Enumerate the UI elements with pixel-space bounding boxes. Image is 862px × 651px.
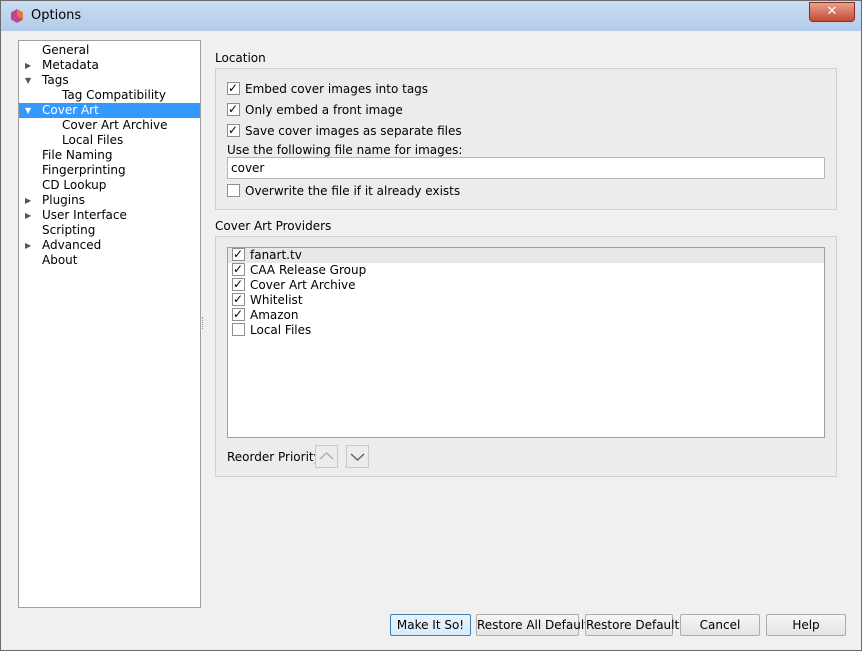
tree-item-cd-lookup[interactable]: CD Lookup bbox=[19, 178, 200, 193]
collapsed-arrow-icon[interactable]: ▶ bbox=[25, 58, 35, 73]
provider-label: CAA Release Group bbox=[250, 263, 367, 277]
tree-item-fingerprinting[interactable]: Fingerprinting bbox=[19, 163, 200, 178]
expanded-arrow-icon[interactable]: ▼ bbox=[25, 103, 35, 118]
dialog-body: General ▶ Metadata ▼ Tags Tag Compatibility ▼ C… bbox=[8, 31, 854, 645]
tree-item-label: Cover Art Archive bbox=[62, 118, 168, 132]
title-bar[interactable]: Options ✕ bbox=[1, 1, 861, 31]
overwrite-checkbox[interactable]: Overwrite the file if it already exists bbox=[227, 183, 460, 199]
provider-item[interactable]: ✓ Whitelist bbox=[228, 292, 824, 308]
provider-checkbox[interactable]: ✓ bbox=[232, 292, 245, 306]
collapsed-arrow-icon[interactable]: ▶ bbox=[25, 238, 35, 253]
checkmark-icon: ✓ bbox=[233, 277, 244, 291]
tree-item-label: Tags bbox=[42, 73, 69, 87]
options-tree[interactable]: General ▶ Metadata ▼ Tags Tag Compatibility ▼ C… bbox=[18, 40, 201, 608]
checkmark-icon: ✓ bbox=[233, 247, 244, 261]
collapsed-arrow-icon[interactable]: ▶ bbox=[25, 208, 35, 223]
collapsed-arrow-icon[interactable]: ▶ bbox=[25, 193, 35, 208]
front-image-checkbox[interactable]: ✓ Only embed a front image bbox=[227, 102, 403, 118]
filename-input[interactable] bbox=[227, 157, 825, 179]
checkbox-box[interactable] bbox=[227, 184, 240, 197]
tree-item-label: Local Files bbox=[62, 133, 124, 147]
close-button[interactable]: ✕ bbox=[809, 2, 855, 22]
make-it-so-button[interactable]: Make It So! bbox=[390, 614, 471, 636]
checkbox-box[interactable]: ✓ bbox=[227, 81, 240, 95]
provider-item[interactable]: Local Files bbox=[228, 323, 824, 338]
tree-item-label: Cover Art bbox=[42, 103, 99, 117]
tree-item-plugins[interactable]: ▶ Plugins bbox=[19, 193, 200, 208]
restore-defaults-button[interactable]: Restore Defaults bbox=[585, 614, 685, 636]
options-window: Options ✕ General ▶ Metadata ▼ Tags Tag Compa… bbox=[0, 0, 862, 651]
tree-item-advanced[interactable]: ▶ Advanced bbox=[19, 238, 200, 253]
move-up-button[interactable] bbox=[315, 445, 338, 468]
save-separate-label: Save cover images as separate files bbox=[245, 124, 462, 138]
picard-logo-icon bbox=[11, 9, 23, 23]
location-group: ✓ Embed cover images into tags ✓ Only embe… bbox=[215, 68, 837, 210]
provider-label: fanart.tv bbox=[250, 248, 302, 262]
tree-item-user-interface[interactable]: ▶ User Interface bbox=[19, 208, 200, 223]
checkmark-icon: ✓ bbox=[233, 307, 244, 321]
providers-heading: Cover Art Providers bbox=[215, 219, 332, 233]
save-separate-checkbox[interactable]: ✓ Save cover images as separate files bbox=[227, 123, 462, 139]
restore-all-defaults-button[interactable]: Restore All Defaults bbox=[476, 614, 595, 636]
checkbox-box[interactable]: ✓ bbox=[227, 123, 240, 137]
tree-item-label: Scripting bbox=[42, 223, 96, 237]
providers-list[interactable]: ✓ fanart.tv ✓ CAA Release Group ✓ Cover Art A… bbox=[227, 247, 825, 438]
tree-item-file-naming[interactable]: File Naming bbox=[19, 148, 200, 163]
location-heading: Location bbox=[215, 51, 266, 65]
tree-item-label: Metadata bbox=[42, 58, 99, 72]
chevron-up-icon bbox=[319, 452, 334, 460]
window-title: Options bbox=[31, 8, 82, 23]
cancel-button[interactable]: Cancel bbox=[680, 614, 760, 636]
tree-item-label: General bbox=[42, 43, 90, 57]
tree-item-label: User Interface bbox=[42, 208, 127, 222]
embed-images-label: Embed cover images into tags bbox=[245, 82, 429, 96]
provider-checkbox[interactable]: ✓ bbox=[232, 277, 245, 291]
provider-checkbox[interactable] bbox=[232, 323, 245, 336]
tree-item-tag-compatibility[interactable]: Tag Compatibility bbox=[19, 88, 200, 103]
tree-item-cover-art-archive[interactable]: Cover Art Archive bbox=[19, 118, 200, 133]
provider-item[interactable]: ✓ fanart.tv bbox=[228, 248, 824, 263]
tree-item-local-files[interactable]: Local Files bbox=[19, 133, 200, 148]
provider-label: Amazon bbox=[250, 308, 299, 322]
checkmark-icon: ✓ bbox=[228, 81, 239, 95]
overwrite-label: Overwrite the file if it already exists bbox=[245, 184, 461, 198]
provider-item[interactable]: ✓ Cover Art Archive bbox=[228, 277, 824, 293]
tree-item-label: File Naming bbox=[42, 148, 113, 162]
provider-label: Whitelist bbox=[250, 293, 303, 307]
embed-images-checkbox[interactable]: ✓ Embed cover images into tags bbox=[227, 81, 428, 97]
providers-group: ✓ fanart.tv ✓ CAA Release Group ✓ Cover Art A… bbox=[215, 236, 837, 477]
provider-checkbox[interactable]: ✓ bbox=[232, 262, 245, 276]
provider-label: Cover Art Archive bbox=[250, 278, 356, 292]
provider-checkbox[interactable]: ✓ bbox=[232, 307, 245, 321]
splitter-handle[interactable] bbox=[202, 317, 206, 329]
checkmark-icon: ✓ bbox=[228, 123, 239, 137]
tree-item-general[interactable]: General bbox=[19, 43, 200, 58]
tree-item-metadata[interactable]: ▶ Metadata bbox=[19, 58, 200, 73]
checkmark-icon: ✓ bbox=[228, 102, 239, 116]
help-button[interactable]: Help bbox=[766, 614, 846, 636]
tree-item-label: Fingerprinting bbox=[42, 163, 126, 177]
tree-item-about[interactable]: About bbox=[19, 253, 200, 268]
checkmark-icon: ✓ bbox=[233, 292, 244, 306]
checkmark-icon: ✓ bbox=[233, 262, 244, 276]
tree-item-tags[interactable]: ▼ Tags bbox=[19, 73, 200, 88]
tree-item-scripting[interactable]: Scripting bbox=[19, 223, 200, 238]
filename-label: Use the following file name for images: bbox=[227, 143, 463, 157]
provider-label: Local Files bbox=[250, 323, 312, 337]
provider-checkbox[interactable]: ✓ bbox=[232, 248, 245, 261]
tree-item-label: CD Lookup bbox=[42, 178, 107, 192]
front-image-label: Only embed a front image bbox=[245, 103, 403, 117]
chevron-down-icon bbox=[350, 453, 365, 461]
provider-item[interactable]: ✓ CAA Release Group bbox=[228, 262, 824, 278]
move-down-button[interactable] bbox=[346, 445, 369, 468]
reorder-label: Reorder Priority: bbox=[227, 450, 324, 464]
checkbox-box[interactable]: ✓ bbox=[227, 102, 240, 116]
expanded-arrow-icon[interactable]: ▼ bbox=[25, 73, 35, 88]
tree-item-label: About bbox=[42, 253, 78, 267]
tree-item-label: Tag Compatibility bbox=[62, 88, 166, 102]
provider-item[interactable]: ✓ Amazon bbox=[228, 307, 824, 323]
tree-item-label: Plugins bbox=[42, 193, 85, 207]
tree-item-cover-art[interactable]: ▼ Cover Art bbox=[19, 103, 200, 118]
tree-item-label: Advanced bbox=[42, 238, 102, 252]
